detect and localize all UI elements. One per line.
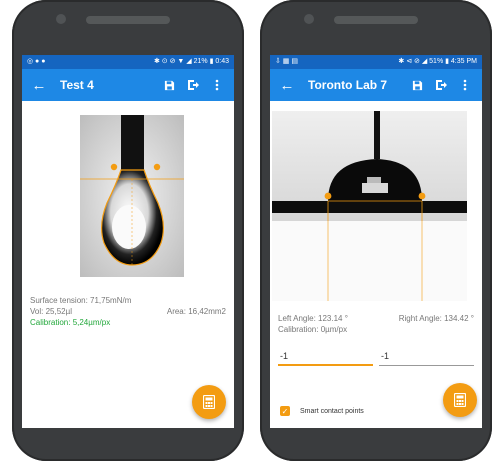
- surface-tension-text: Surface tension: 71,75mN/m: [30, 296, 132, 305]
- right-value-input[interactable]: -1: [379, 349, 474, 366]
- area-text: Area: 16,42mm2: [166, 307, 226, 316]
- right-angle-text: Right Angle: 134.42 °: [398, 314, 474, 323]
- content-area: Left Angle: 123.14 ° Right Angle: 134.42…: [270, 101, 482, 428]
- app-bar: ← Toronto Lab 7: [270, 69, 482, 101]
- speaker-grille: [86, 16, 170, 24]
- app-bar: ← Test 4: [22, 69, 234, 101]
- left-screen: ◎ ● ● ✱ ⊙ ⊘ ▼ ◢ 21% ▮ 0:43 ← Test 4 Surf…: [22, 55, 234, 428]
- checkbox-label: Smart contact points: [300, 407, 364, 415]
- status-right: ✱ ⊲ ⊘ ◢ 51% ▮ 4:35 PM: [398, 58, 477, 65]
- page-title: Toronto Lab 7: [308, 78, 388, 92]
- calibration-text: Calibration: 0µm/px: [278, 325, 348, 334]
- left-angle-text: Left Angle: 123.14 °: [278, 314, 348, 323]
- angle-row: Left Angle: 123.14 ° Right Angle: 134.42…: [278, 313, 474, 324]
- camera-icon: [304, 14, 314, 24]
- calculator-fab-button[interactable]: [443, 383, 477, 417]
- camera-icon: [56, 14, 66, 24]
- status-left: ⇩ ▦ ▤: [275, 58, 298, 65]
- status-left: ◎ ● ●: [27, 58, 46, 65]
- right-phone: ⇩ ▦ ▤ ✱ ⊲ ⊘ ◢ 51% ▮ 4:35 PM ← Toronto La…: [260, 0, 492, 461]
- baseline-guides: [272, 221, 467, 301]
- volume-area-row: Vol: 25,52µl Area: 16,42mm2: [30, 306, 226, 317]
- value-inputs: -1 -1: [278, 349, 474, 366]
- content-area: Surface tension: 71,75mN/m Vol: 25,52µl …: [22, 101, 234, 428]
- save-icon[interactable]: [158, 75, 180, 95]
- more-vert-icon[interactable]: [206, 75, 228, 95]
- right-screen: ⇩ ▦ ▤ ✱ ⊲ ⊘ ◢ 51% ▮ 4:35 PM ← Toronto La…: [270, 55, 482, 428]
- pendant-drop-image: [80, 115, 184, 277]
- measurement-info: Left Angle: 123.14 ° Right Angle: 134.42…: [278, 313, 474, 335]
- left-value-input[interactable]: -1: [278, 349, 373, 366]
- calibration-text: Calibration: 5,24µm/px: [30, 318, 111, 327]
- status-bar: ◎ ● ● ✱ ⊙ ⊘ ▼ ◢ 21% ▮ 0:43: [22, 55, 234, 69]
- calculator-icon: [454, 393, 466, 407]
- status-right: ✱ ⊙ ⊘ ▼ ◢ 21% ▮ 0:43: [153, 58, 229, 65]
- volume-text: Vol: 25,52µl: [30, 307, 72, 316]
- speaker-grille: [334, 16, 418, 24]
- measurement-info: Surface tension: 71,75mN/m Vol: 25,52µl …: [30, 295, 226, 328]
- arrow-left-icon[interactable]: ←: [276, 77, 298, 94]
- more-vert-icon[interactable]: [454, 75, 476, 95]
- save-icon[interactable]: [406, 75, 428, 95]
- page-title: Test 4: [60, 78, 94, 92]
- export-icon[interactable]: [182, 75, 204, 95]
- smart-contact-points-row[interactable]: ✓ Smart contact points: [280, 406, 364, 416]
- calculator-fab-button[interactable]: [192, 385, 226, 419]
- arrow-left-icon[interactable]: ←: [28, 77, 50, 94]
- sessile-drop-image: [272, 111, 467, 221]
- left-phone: ◎ ● ● ✱ ⊙ ⊘ ▼ ◢ 21% ▮ 0:43 ← Test 4 Surf…: [12, 0, 244, 461]
- status-bar: ⇩ ▦ ▤ ✱ ⊲ ⊘ ◢ 51% ▮ 4:35 PM: [270, 55, 482, 69]
- checkbox-checked-icon[interactable]: ✓: [280, 406, 290, 416]
- export-icon[interactable]: [430, 75, 452, 95]
- calculator-icon: [203, 395, 215, 409]
